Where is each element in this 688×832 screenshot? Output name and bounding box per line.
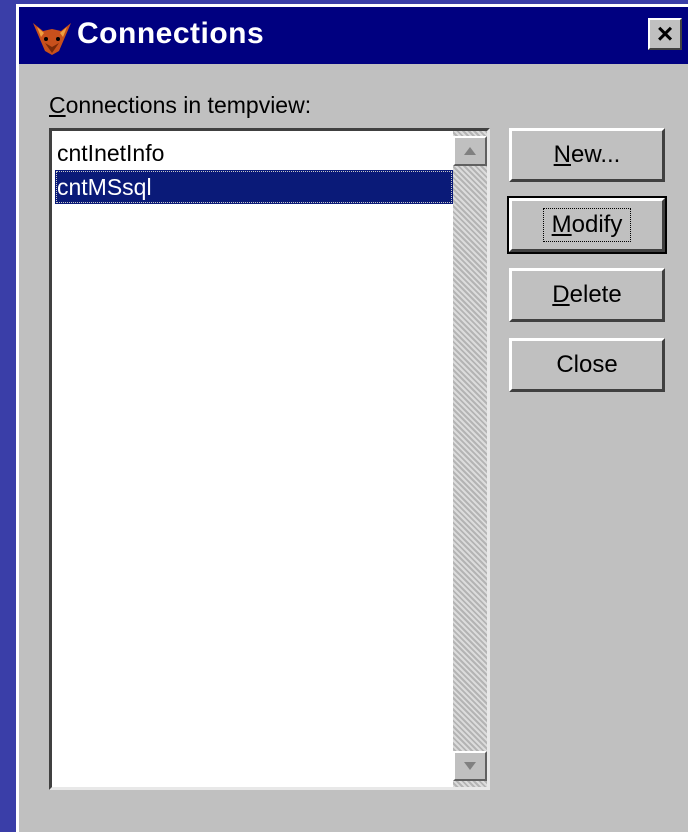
list-item-cntmssql[interactable]: cntMSsql bbox=[55, 170, 453, 204]
new-button-label: New... bbox=[554, 141, 621, 169]
delete-label-rest: elete bbox=[569, 281, 622, 308]
vertical-scrollbar[interactable] bbox=[453, 131, 487, 787]
delete-button-label: Delete bbox=[552, 281, 621, 309]
close-button[interactable]: Close bbox=[509, 338, 665, 392]
new-button[interactable]: New... bbox=[509, 128, 665, 182]
scroll-up-icon bbox=[464, 147, 476, 155]
close-button-label: Close bbox=[556, 351, 618, 378]
window-title: Connections bbox=[77, 17, 265, 50]
close-window-button[interactable]: × bbox=[648, 18, 682, 50]
connections-list-label: Connections in tempview: bbox=[49, 92, 311, 119]
delete-accelerator: D bbox=[552, 281, 570, 308]
delete-button[interactable]: Delete bbox=[509, 268, 665, 322]
list-item-cntinetinfo[interactable]: cntInetInfo bbox=[55, 136, 453, 170]
list-label-text: onnections in tempview: bbox=[65, 92, 312, 118]
connections-dialog: Connections × Connections in tempview: c… bbox=[16, 4, 688, 832]
fox-icon bbox=[31, 21, 73, 57]
new-accelerator: N bbox=[553, 141, 571, 168]
connections-listbox[interactable]: cntInetInfo cntMSsql bbox=[49, 128, 490, 790]
modify-accelerator: M bbox=[551, 211, 572, 238]
list-label-accelerator: C bbox=[49, 92, 66, 118]
modify-label-rest: odify bbox=[571, 211, 623, 238]
scroll-down-icon bbox=[464, 762, 476, 770]
scroll-up-button[interactable] bbox=[453, 136, 487, 166]
scroll-down-button[interactable] bbox=[453, 751, 487, 781]
title-bar[interactable]: Connections × bbox=[19, 7, 688, 64]
modify-button-label: Modify bbox=[542, 208, 632, 242]
close-icon: × bbox=[656, 18, 674, 49]
modify-button[interactable]: Modify bbox=[507, 196, 667, 254]
new-label-rest: ew... bbox=[570, 141, 621, 168]
